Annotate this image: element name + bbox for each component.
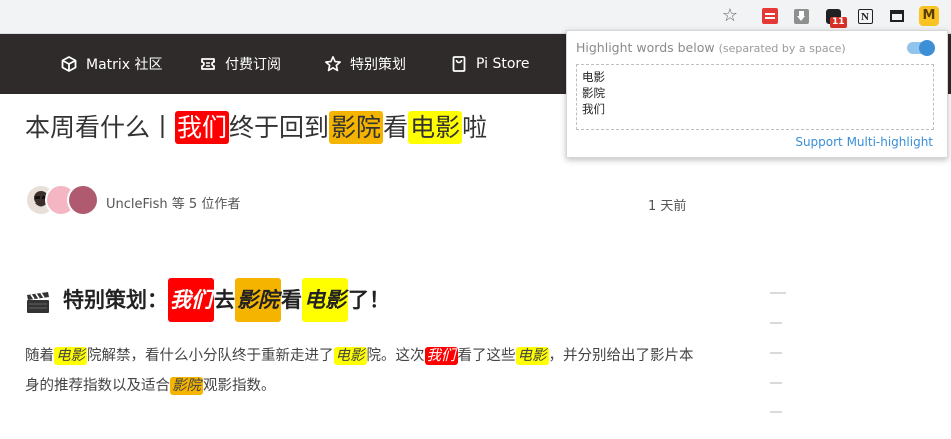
highlight-yellow: 电影 [302, 278, 348, 322]
highlight-orange: 影院 [170, 377, 203, 395]
highlight-yellow: 电影 [515, 347, 549, 365]
nav-item-label: 特别策划 [350, 57, 406, 73]
title-text: 本周看什么丨 [25, 113, 176, 142]
nav-item-subscription[interactable]: 付费订阅 [199, 34, 281, 94]
highlight-red: 我们 [175, 111, 230, 144]
toc-marker[interactable] [770, 382, 782, 384]
para-text: 院。这次 [366, 348, 425, 364]
browser-toolbar: ☆ 11 N M [0, 0, 951, 34]
ticket-icon [199, 55, 217, 73]
popup-label: Highlight words below (separated by a sp… [576, 40, 846, 55]
star-outline-icon [324, 55, 342, 73]
nav-item-special[interactable]: 特别策划 [324, 34, 406, 94]
toc-marker[interactable] [770, 411, 782, 413]
nav-item-pi-store[interactable]: Pi Store [450, 34, 529, 94]
notion-extension-icon[interactable]: N [855, 6, 875, 26]
toc-marker[interactable] [770, 322, 782, 324]
highlight-popup: Highlight words below (separated by a sp… [566, 30, 948, 158]
popup-label-hint: (separated by a space) [718, 42, 846, 55]
word-line: 电影 [582, 70, 605, 84]
para-text: 观影指数。 [203, 378, 276, 394]
word-line: 影院 [582, 86, 605, 100]
nav-item-label: 付费订阅 [225, 57, 281, 73]
highlight-orange: 影院 [235, 278, 281, 322]
toggle-knob [919, 40, 935, 56]
star-icon[interactable]: ☆ [720, 6, 740, 26]
para-text: 院解禁，看什么小分队终于重新走进了 [87, 348, 334, 364]
highlight-orange: 影院 [329, 111, 384, 144]
para-text: 随着 [25, 348, 54, 364]
window-extension-icon[interactable] [887, 6, 907, 26]
download-extension-icon[interactable] [791, 6, 811, 26]
highlight-yellow: 电影 [54, 347, 87, 365]
clapperboard-icon [25, 288, 51, 313]
highlight-words-input[interactable]: 电影 影院 我们 [576, 64, 934, 130]
heading-text: 去 [214, 288, 235, 312]
article-paragraph: 随着 电影 院解禁，看什么小分队终于重新走进了 电影 院。这次 我们 看了这些 电影 ，并分别给… [25, 341, 705, 401]
nav-item-matrix[interactable]: Matrix 社区 [60, 34, 163, 94]
para-text: 看了这些 [457, 348, 516, 364]
word-line: 我们 [582, 102, 605, 116]
store-bag-icon [450, 55, 468, 73]
cube-icon [60, 55, 78, 73]
title-text: 啦 [462, 113, 488, 142]
toc-marker[interactable] [770, 292, 786, 294]
red-list-extension-icon[interactable] [760, 6, 780, 26]
page-title: 本周看什么丨我们终于回到影院看电影啦 [25, 105, 487, 151]
heading-text: 看 [281, 288, 302, 312]
highlight-yellow: 电影 [333, 347, 367, 365]
title-text: 看 [383, 113, 409, 142]
nav-item-label: Pi Store [476, 56, 530, 72]
highlight-red: 我们 [424, 347, 458, 365]
multi-highlight-link[interactable]: Support Multi-highlight [795, 135, 933, 149]
nav-item-label: Matrix 社区 [86, 57, 163, 73]
author-names[interactable]: UncleFish 等 5 位作者 [106, 193, 240, 212]
toc-marker[interactable] [770, 352, 782, 354]
extension-badge-count: 11 [830, 17, 847, 28]
title-text: 终于回到 [229, 113, 330, 142]
heading-text: 了！ [348, 288, 390, 312]
section-heading: 特别策划： 我们去影院看电影 了！ [25, 278, 390, 322]
popup-label-text: Highlight words below [576, 40, 715, 55]
highlight-extension-icon[interactable]: M [918, 5, 940, 27]
publish-time: 1 天前 [648, 199, 687, 214]
highlight-toggle[interactable] [907, 40, 935, 56]
highlight-yellow: 电影 [408, 111, 463, 144]
heading-text: 特别策划： [63, 288, 168, 312]
highlight-red: 我们 [168, 278, 214, 322]
avatar[interactable] [67, 184, 99, 216]
